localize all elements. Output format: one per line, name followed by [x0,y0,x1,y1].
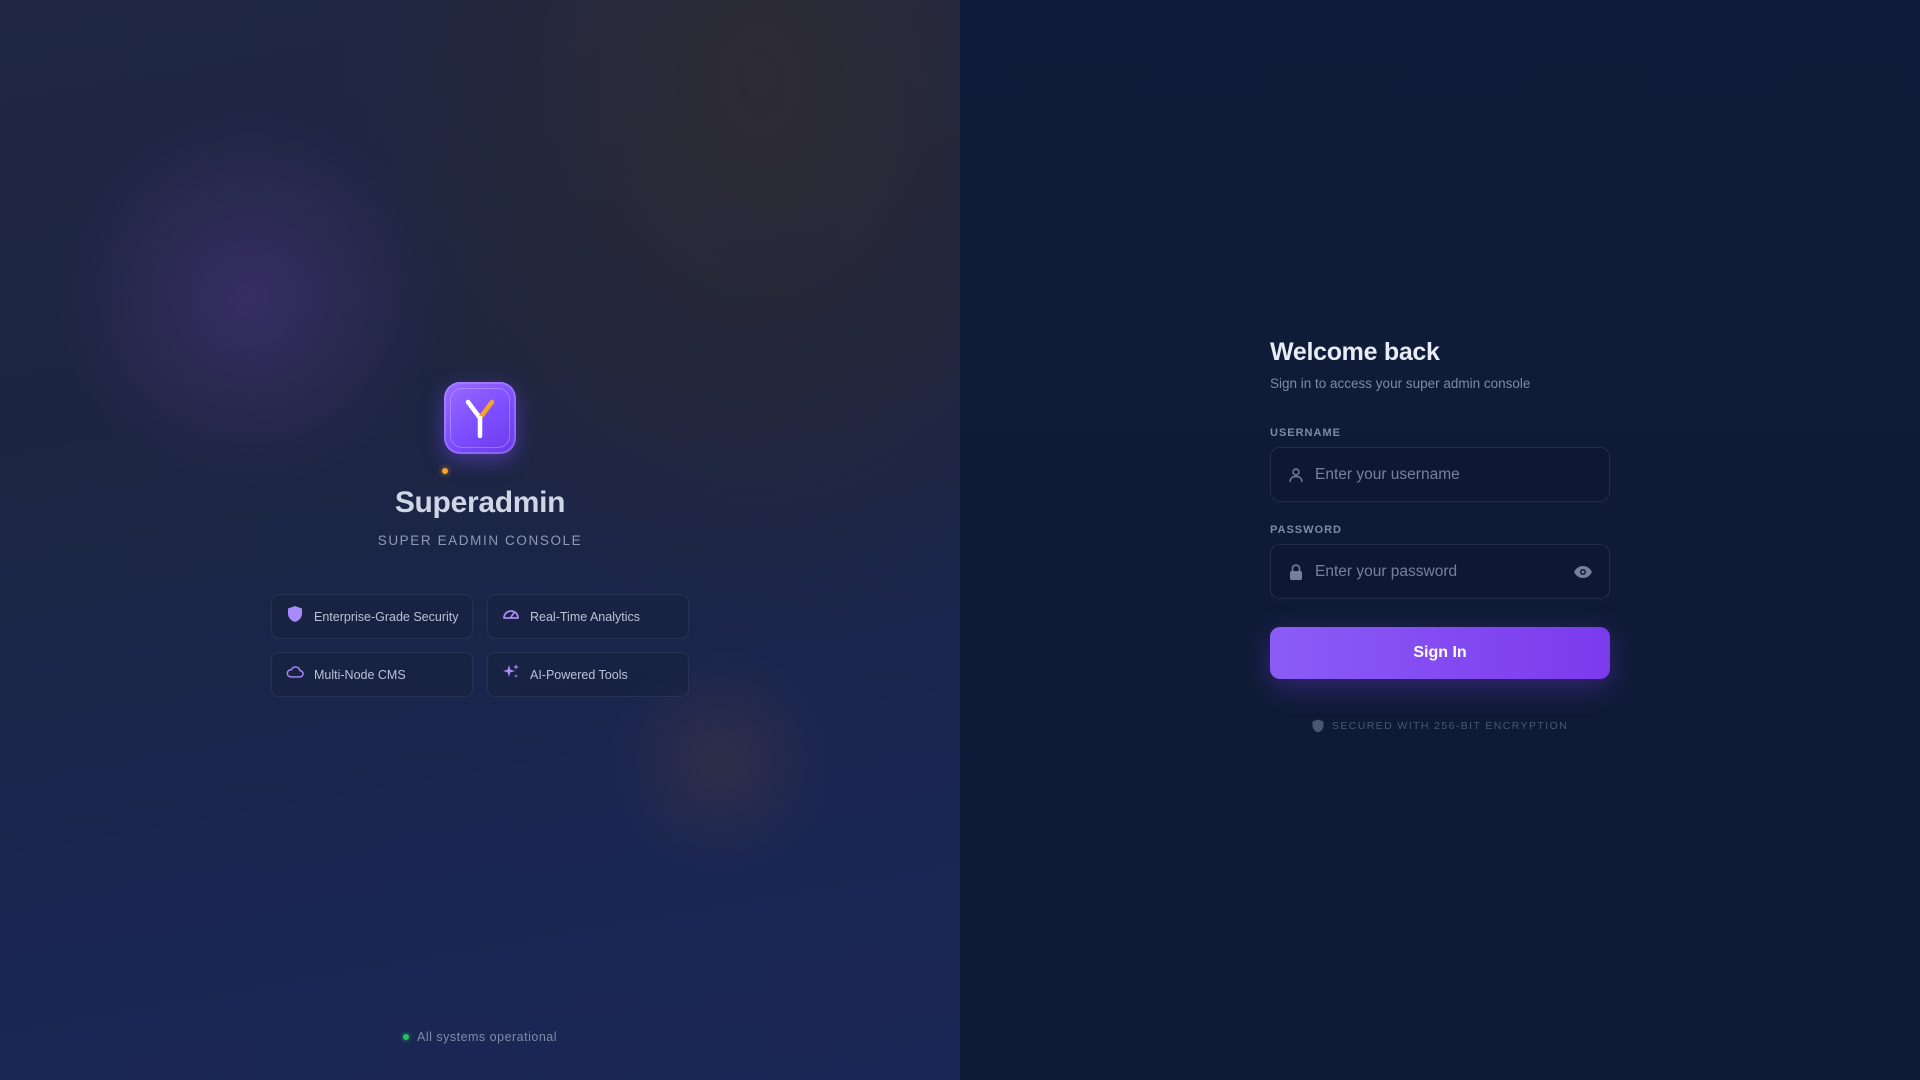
user-icon [1287,466,1305,484]
feature-card-security: Enterprise-Grade Security [271,594,473,639]
sign-in-button[interactable]: Sign In [1270,627,1610,679]
password-label: PASSWORD [1270,524,1342,536]
sparkles-icon [502,663,520,681]
feature-label: Multi-Node CMS [314,667,406,682]
logo-accent-dot [442,468,448,474]
shield-icon [1312,719,1324,733]
status-text: All systems operational [416,1030,558,1044]
security-note-text: SECURED WITH 256-BIT ENCRYPTION [1331,720,1569,732]
gauge-icon [502,605,520,623]
feature-card-analytics: Real-Time Analytics [487,594,689,639]
feature-label: AI-Powered Tools [530,667,628,682]
login-subtitle: Sign in to access your super admin conso… [1270,376,1531,391]
app-logo [442,382,516,474]
username-input[interactable] [1315,465,1593,484]
shield-icon [286,605,304,623]
status-indicator-dot [402,1034,409,1040]
feature-card-cms: Multi-Node CMS [271,652,473,697]
eye-icon[interactable] [1573,562,1593,582]
y-logo-icon [450,388,510,448]
username-field-wrapper[interactable] [1270,447,1610,502]
feature-label: Real-Time Analytics [530,609,640,624]
security-note: SECURED WITH 256-BIT ENCRYPTION [1270,719,1610,733]
feature-grid: Enterprise-Grade Security Real-Time Anal… [271,594,689,697]
brand-title: Superadmin [394,486,566,519]
system-status: All systems operational [0,1030,960,1044]
login-form: Welcome back Sign in to access your supe… [1270,338,1610,733]
brand-panel: Superadmin SUPER EADMIN CONSOLE Enterpri… [0,0,960,1080]
lock-icon [1287,563,1305,581]
brand-block: Superadmin SUPER EADMIN CONSOLE [0,382,960,548]
password-input[interactable] [1315,562,1573,581]
feature-card-ai: AI-Powered Tools [487,652,689,697]
login-title: Welcome back [1270,338,1440,366]
password-field-wrapper[interactable] [1270,544,1610,599]
username-label: USERNAME [1270,427,1341,439]
cloud-icon [286,663,304,681]
login-panel: Welcome back Sign in to access your supe… [960,0,1920,1080]
feature-label: Enterprise-Grade Security [314,609,459,624]
brand-subtitle: SUPER EADMIN CONSOLE [377,533,583,548]
